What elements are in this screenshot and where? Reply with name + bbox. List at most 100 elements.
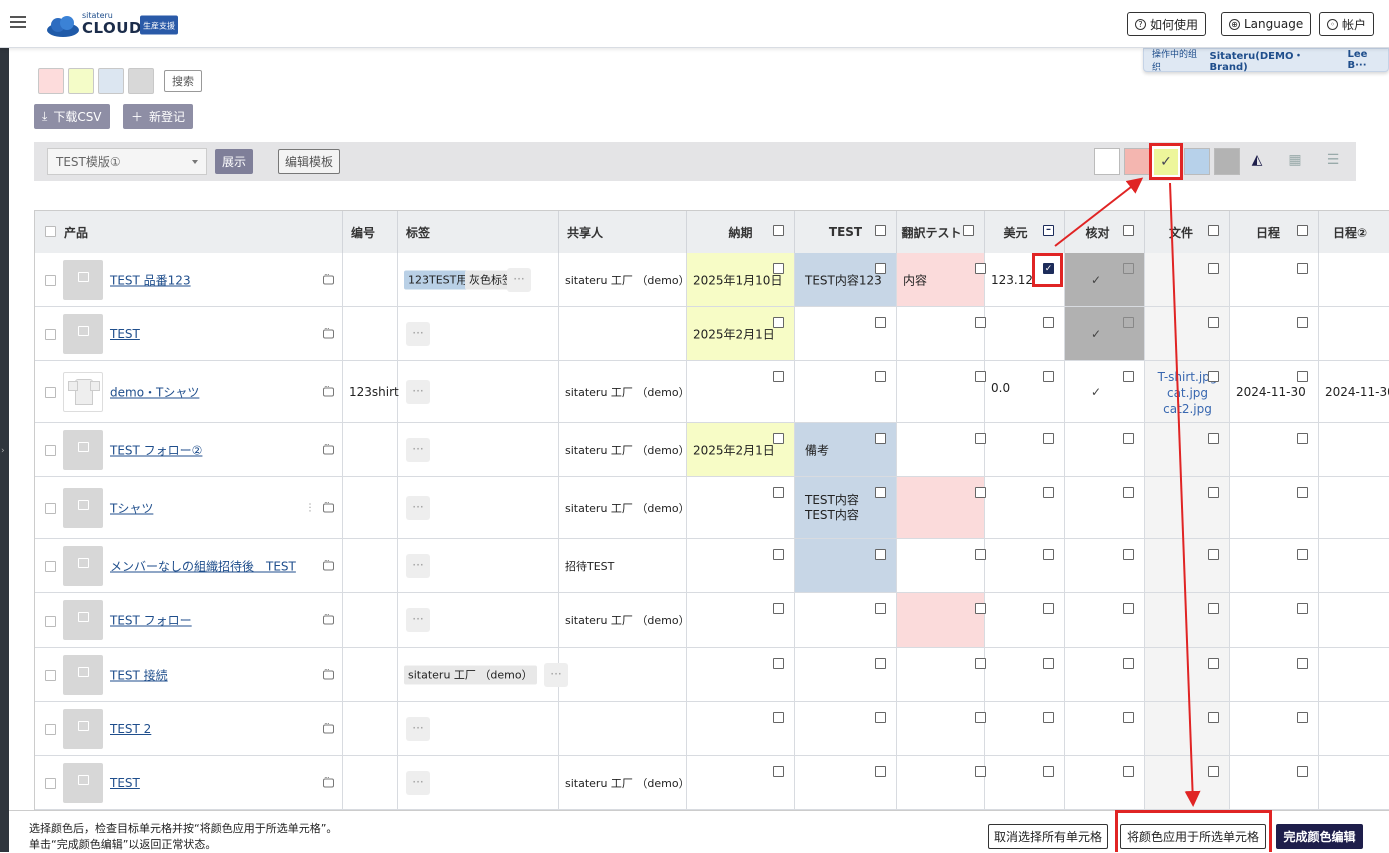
comment-icon[interactable] [323, 382, 334, 396]
cell-checkbox[interactable] [1297, 549, 1308, 560]
more-tags-button[interactable]: ··· [406, 379, 430, 404]
show-button[interactable]: 展示 [215, 149, 253, 174]
row-select-checkbox[interactable] [45, 445, 56, 456]
cell-checkbox[interactable] [1123, 263, 1134, 274]
cell-checkbox[interactable] [773, 317, 784, 328]
language-button[interactable]: ⊕ Language [1221, 12, 1312, 36]
apply-color-button[interactable]: 将颜色应用于所选单元格 [1120, 824, 1266, 849]
palette-white[interactable] [1094, 148, 1120, 175]
row-select-checkbox[interactable] [45, 778, 56, 789]
cell-checkbox[interactable] [875, 371, 886, 382]
cell-checkbox[interactable] [773, 549, 784, 560]
cell-checkbox[interactable] [1208, 603, 1219, 614]
cell-checkbox[interactable] [1208, 712, 1219, 723]
product-name-link[interactable]: Tシャツ [110, 499, 153, 516]
cell-checkbox[interactable] [1123, 549, 1134, 560]
select-all-checkbox[interactable] [45, 226, 56, 237]
more-tags-button[interactable]: ··· [406, 495, 430, 520]
cell-checkbox[interactable] [1043, 603, 1054, 614]
org-bar[interactable]: 操作中的组织 Sitateru(DEMO・Brand) Lee B··· [1143, 48, 1389, 73]
column-checkbox-deadline[interactable] [773, 225, 784, 236]
cell-checkbox[interactable] [1297, 658, 1308, 669]
cell-checkbox[interactable] [875, 712, 886, 723]
cell-checkbox[interactable] [875, 658, 886, 669]
column-checkbox-files[interactable] [1208, 225, 1219, 236]
cell-checkbox[interactable] [1208, 433, 1219, 444]
product-name-link[interactable]: TEST [110, 327, 140, 341]
template-select[interactable]: TEST模版① [47, 148, 207, 175]
row-select-checkbox[interactable] [45, 275, 56, 286]
row-select-checkbox[interactable] [45, 724, 56, 735]
product-name-link[interactable]: TEST フォロー② [110, 441, 202, 458]
filter-swatch-gray[interactable] [128, 68, 154, 94]
paint-bucket-icon[interactable]: ◭ [1247, 152, 1267, 172]
row-select-checkbox[interactable] [45, 387, 56, 398]
edit-template-button[interactable]: 编辑模板 [278, 149, 340, 174]
finish-color-edit-button[interactable]: 完成颜色编辑 [1276, 824, 1363, 849]
row-select-checkbox[interactable] [45, 670, 56, 681]
cell-checkbox[interactable] [875, 433, 886, 444]
search-button[interactable]: 搜索 [164, 70, 202, 92]
deselect-all-cells-button[interactable]: 取消选择所有单元格 [988, 824, 1108, 849]
product-name-link[interactable]: TEST フォロー [110, 612, 192, 629]
cell-checkbox[interactable] [1297, 263, 1308, 274]
cell-checkbox[interactable] [875, 487, 886, 498]
comment-icon[interactable] [323, 665, 334, 679]
cell-checkbox[interactable] [1123, 487, 1134, 498]
cell-checkbox[interactable] [773, 603, 784, 614]
comment-icon[interactable] [323, 324, 334, 338]
palette-blue[interactable] [1184, 148, 1210, 175]
expand-caret-icon[interactable]: › [1, 446, 5, 456]
column-checkbox-translate[interactable] [963, 225, 974, 236]
cell-checkbox[interactable] [1123, 317, 1134, 328]
cell-checkbox[interactable] [1123, 712, 1134, 723]
palette-gray[interactable] [1214, 148, 1240, 175]
account-button[interactable]: ◦ 帐户 [1319, 12, 1375, 36]
cell-checkbox[interactable] [773, 433, 784, 444]
more-tags-button[interactable]: ··· [406, 437, 430, 462]
cell-checkbox[interactable] [875, 263, 886, 274]
product-name-link[interactable]: メンバーなしの組織招待後 TEST [110, 557, 296, 574]
cell-checkbox[interactable] [773, 371, 784, 382]
cell-checkbox[interactable] [1043, 549, 1054, 560]
cell-checkbox[interactable] [773, 658, 784, 669]
cell-checkbox[interactable] [1043, 712, 1054, 723]
cell-checkbox[interactable] [773, 712, 784, 723]
cell-checkbox[interactable] [1208, 766, 1219, 777]
row-select-checkbox[interactable] [45, 503, 56, 514]
cell-checkbox[interactable] [875, 766, 886, 777]
column-layout-icon[interactable]: ▦ [1285, 152, 1305, 172]
cell-checkbox[interactable] [1297, 712, 1308, 723]
filter-swatch-yellow[interactable] [68, 68, 94, 94]
cell-checkbox[interactable] [875, 603, 886, 614]
row-select-checkbox[interactable] [45, 615, 56, 627]
cell-checkbox[interactable] [1043, 487, 1054, 498]
cell-checkbox[interactable] [1208, 487, 1219, 498]
cell-checkbox[interactable] [1043, 371, 1054, 382]
cell-checkbox[interactable] [1208, 317, 1219, 328]
hamburger-menu-icon[interactable] [10, 16, 26, 30]
cell-checkbox[interactable] [1297, 766, 1308, 777]
cell-checkbox[interactable] [1208, 658, 1219, 669]
download-csv-button[interactable]: ⤓ 下载CSV [34, 104, 110, 129]
comment-icon[interactable] [323, 498, 334, 512]
product-name-link[interactable]: TEST 品番123 [110, 271, 191, 288]
product-name-link[interactable]: TEST 接続 [110, 666, 168, 683]
comment-icon[interactable] [323, 611, 334, 625]
cell-checkbox[interactable] [1297, 317, 1308, 328]
new-register-button[interactable]: ＋ 新登记 [123, 104, 194, 129]
cell-checkbox[interactable] [773, 487, 784, 498]
cell-checkbox[interactable] [1297, 487, 1308, 498]
cell-checkbox-checked[interactable]: ✓ [1043, 263, 1054, 274]
comment-icon[interactable] [323, 719, 334, 733]
cell-checkbox[interactable] [1043, 766, 1054, 777]
cell-checkbox[interactable] [875, 317, 886, 328]
cell-checkbox[interactable] [773, 263, 784, 274]
filter-swatch-blue[interactable] [98, 68, 124, 94]
cell-checkbox[interactable] [1208, 549, 1219, 560]
kebab-menu-icon[interactable]: ⋮ [305, 502, 315, 513]
cell-checkbox[interactable] [1043, 433, 1054, 444]
comment-icon[interactable] [323, 440, 334, 454]
cell-checkbox[interactable] [1043, 317, 1054, 328]
logo[interactable]: sitateru CLOUD 生産支援 [46, 10, 181, 40]
